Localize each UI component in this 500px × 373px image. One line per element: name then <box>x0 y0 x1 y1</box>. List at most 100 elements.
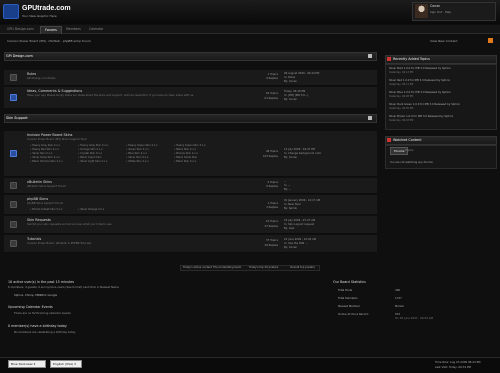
subforum-link[interactable]: • Heavy Gray Skin 2.x.x <box>30 144 60 147</box>
forum-name[interactable]: Skin Requests <box>27 218 51 222</box>
subforum-link[interactable]: • Heavy Green Skin 2.x.x <box>126 144 158 147</box>
subforum-link[interactable]: • Silver Skin 3.x.x <box>126 156 148 159</box>
forum-replies: 27 Replies <box>264 225 278 228</box>
subforum-link[interactable]: • Green Skin 2.x.x <box>126 148 149 151</box>
language-select[interactable]: English (USA) ▾ <box>50 360 82 368</box>
forum-replies: 0 Replies <box>266 185 278 188</box>
forum-desc: Have your say. Please kindly share our i… <box>27 94 194 97</box>
category-title[interactable]: Skin Support <box>6 116 28 120</box>
forum-name[interactable]: Tutorials <box>27 237 41 241</box>
skin-select[interactable]: Blue Darkness ▾ <box>8 360 46 368</box>
breadcrumb[interactable]: Invision Power Board (IPS) .nTuWeb . php… <box>7 39 91 43</box>
subforum-link[interactable]: • Mocha Cobalt Skin 3.x.x <box>30 208 62 211</box>
subforum-link[interactable]: • Blue Skin 2.x.x <box>126 152 147 155</box>
user-links[interactable]: Sign Out · Help <box>430 10 451 14</box>
last-post-date: 22 June 2009 - 10:04 AM <box>284 238 317 241</box>
subforum-link[interactable]: • Bronze Skin 2.x.x <box>174 152 198 155</box>
collapse-icon[interactable] <box>368 116 372 120</box>
last-post-by[interactable]: By: Alex <box>284 227 294 230</box>
subforum-link[interactable]: • Heavy Gray Skin 3.x.x <box>78 144 108 147</box>
rss-icon[interactable] <box>488 38 493 43</box>
logo-tagline: Your New Graphic Here <box>22 14 57 18</box>
legend-overall-top[interactable]: Overall top posters <box>290 266 315 269</box>
tab-gpu-design[interactable]: GPU Design.com <box>7 27 34 31</box>
last-post-by[interactable]: By: Conan <box>284 98 297 101</box>
last-post-in[interactable]: In: Change background color <box>284 152 321 155</box>
recent-topic-date: Yesterday, 06:05 PM <box>389 107 414 110</box>
last-post-date: 09 August 2009 - 06:44 PM <box>284 72 320 75</box>
stat-record-date: On 28 June 2007 - 06:59 AM <box>395 316 433 320</box>
logo-icon[interactable] <box>3 4 19 19</box>
legend-active-content[interactable]: Today's active content <box>183 266 212 269</box>
forum-name[interactable]: Invision Power Board Skins <box>27 133 72 137</box>
subforum-link[interactable]: • White Skin 2.x.x <box>126 160 149 163</box>
forum-replies: 26 Replies <box>264 244 278 247</box>
category-header <box>4 114 377 123</box>
logo-title[interactable]: GPUtrade.com <box>22 5 71 12</box>
forum-name[interactable]: Ideas, Comments & Suggestions <box>27 89 82 93</box>
online-users-sub[interactable]: 6 members, 4 guests, 0 anonymous users (… <box>8 285 119 289</box>
recent-topic-date: Yesterday, 06:08 PM <box>389 95 414 98</box>
last-post-in[interactable]: In: New Topic <box>284 203 301 206</box>
last-post-by[interactable]: By: Conan <box>284 246 297 249</box>
recent-topic-link[interactable]: Silver Blue 1.0.0 for IPB 3.0 Released b… <box>389 91 451 94</box>
subforum-link[interactable]: • Black Liquid Skin <box>78 156 101 159</box>
user-name[interactable]: Conan <box>430 4 440 8</box>
avatar[interactable] <box>415 4 428 18</box>
subforum-link[interactable]: • Silver Light Skin 2.x.x <box>78 160 107 163</box>
last-post-in[interactable]: In: Use the SVN ... <box>284 242 308 245</box>
forum-topics: 0 Topics <box>267 181 278 184</box>
last-post-by[interactable]: By: Conan <box>284 156 297 159</box>
forum-desc: phpBB Skins Support Forum <box>27 202 64 205</box>
view-new-content-link[interactable]: View New Content <box>430 39 458 43</box>
forum-row <box>4 195 377 215</box>
collapse-icon[interactable] <box>368 54 372 58</box>
stat-value[interactable]: Morelo <box>395 304 404 308</box>
subforum-link[interactable]: • Silver Skin 2.x.x <box>30 152 52 155</box>
subforum-link[interactable]: • Black Skin 3.x.x <box>174 160 196 163</box>
forum-read-icon <box>10 74 17 81</box>
language-select-value: English (USA) <box>53 362 74 366</box>
category-title[interactable]: GPI Design.com <box>6 54 33 58</box>
forum-topics: 48 Topics <box>266 150 278 153</box>
recent-topic-link[interactable]: Silver Dark Green 1.0.0 for IPB 3.0 Rele… <box>389 103 460 106</box>
tab-calendar[interactable]: Calendar <box>89 27 103 31</box>
forum-read-icon <box>10 240 17 247</box>
subforum-link[interactable]: • Silver Gloss Skin 2.x.x <box>30 156 60 159</box>
legend-moderating-team[interactable]: The moderating team <box>213 266 241 269</box>
forum-topics: 37 Topics <box>266 239 278 242</box>
recent-topic-link[interactable]: Silver Red 1.0.0 for IPB 3.0 Released by… <box>389 79 450 82</box>
subforum-link[interactable]: • Orange Skin 2.x.x <box>78 148 103 151</box>
tab-forums[interactable]: Forums <box>40 26 62 34</box>
watched-content-title[interactable]: Watched Content <box>393 138 422 142</box>
forum-name[interactable]: vBulletin Skins <box>27 180 52 184</box>
stat-label: Total Posts <box>338 288 353 292</box>
recent-topic-link[interactable]: Silver Brown 1.0.0 for IPB 3.0 Released … <box>389 115 453 118</box>
subforum-link[interactable]: • Crystal Skin 3.x.x <box>78 152 102 155</box>
tab-members[interactable]: Members <box>66 27 81 31</box>
subforum-link[interactable]: • Heavy Red Skin 2.x.x <box>30 148 59 151</box>
stat-label: Online At Once Record <box>338 312 369 316</box>
forum-name[interactable]: phpBB Skins <box>27 197 48 201</box>
watched-tab-topics[interactable]: Topics <box>405 148 414 152</box>
watched-content-icon <box>387 138 391 142</box>
legend-top-posters-today[interactable]: Today's top 20 posters <box>249 266 278 269</box>
last-post-by[interactable]: By: Sprink <box>284 207 297 210</box>
subforum-link[interactable]: • Black Chrome Skin 2.x.x <box>30 160 63 163</box>
recent-topic-link[interactable]: Silver Bold 1.0.0 for IPB 3.0 Released b… <box>389 67 451 70</box>
subforum-link[interactable]: • Heavy Green Skin 3.x.x <box>174 144 206 147</box>
birthday-title: 0 member(s) have a birthday today <box>8 324 67 328</box>
online-user-names[interactable]: Sphinx, Chimp, MSNBot, Google <box>14 293 57 297</box>
recent-topics-icon <box>387 57 391 61</box>
last-post-in[interactable]: In: [PM] [IPB 3.0...] <box>284 94 308 97</box>
forum-name[interactable]: Rules <box>27 72 36 76</box>
subforum-link[interactable]: • Black Skin 2.x.x <box>174 148 196 151</box>
last-post-by[interactable]: By: Conan <box>284 80 297 83</box>
last-post-in[interactable]: In: Rules <box>284 76 295 79</box>
subforum-link[interactable]: • Black Oxide Skin <box>174 156 197 159</box>
recent-topics-title[interactable]: Recently Added Topics <box>393 57 430 61</box>
subforum-link[interactable]: • Silver Orange 3.x.x <box>78 208 104 211</box>
time-now: Time Now: Aug 03 2009 06:44 PM <box>435 360 481 364</box>
last-post-in[interactable]: In: Skin Layout request <box>284 223 314 226</box>
recent-topic-date: Yesterday, 06:03 PM <box>389 119 414 122</box>
